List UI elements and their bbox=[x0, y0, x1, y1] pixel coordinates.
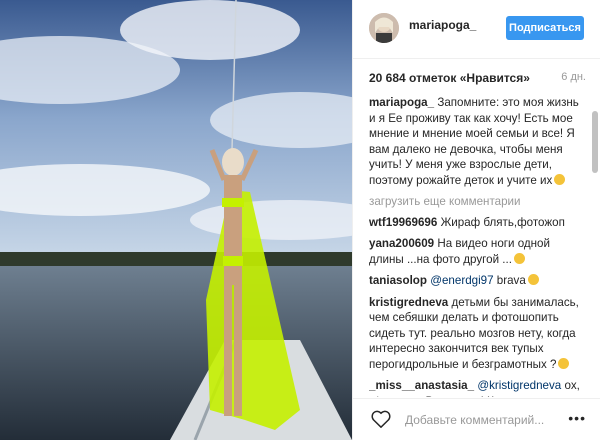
photo-image bbox=[0, 0, 352, 440]
avatar-image bbox=[369, 13, 399, 43]
comment: _miss__anastasia_ @kristigredneva ох, е*… bbox=[369, 378, 587, 397]
comment: yana200609 На видео ноги одной длины ...… bbox=[369, 236, 587, 267]
comments-list: mariapoga_ Запомните: это моя жизнь и я … bbox=[369, 95, 587, 397]
comment-username[interactable]: wtf19969696 bbox=[369, 216, 437, 229]
post-photo[interactable] bbox=[0, 0, 352, 440]
emoji-icon bbox=[554, 173, 566, 185]
emoji-icon bbox=[513, 252, 525, 264]
comment-username[interactable]: yana200609 bbox=[369, 237, 434, 250]
comment: wtf19969696 Жираф блять,фотожоп bbox=[369, 215, 587, 231]
load-more-comments[interactable]: загрузить еще комментарии bbox=[369, 194, 587, 210]
comment: kristigredneva детьми бы занималась, чем… bbox=[369, 295, 587, 373]
emoji-icon bbox=[527, 274, 539, 285]
heart-icon[interactable] bbox=[371, 410, 391, 428]
comment-text: brava bbox=[496, 274, 526, 287]
comment-username[interactable]: _miss__anastasia_ bbox=[369, 379, 474, 392]
comment-mention[interactable]: @enerdgi97 bbox=[430, 274, 493, 287]
comment-footer: ••• bbox=[353, 398, 600, 441]
follow-button[interactable]: Подписаться bbox=[506, 16, 584, 40]
likes-count[interactable]: 20 684 отметок «Нравится» bbox=[369, 71, 530, 85]
more-options-icon[interactable]: ••• bbox=[568, 411, 586, 425]
comment-username[interactable]: kristigredneva bbox=[369, 296, 448, 309]
comment-text: Жираф блять,фотожоп bbox=[440, 215, 565, 229]
post: mariapoga_ Подписаться 20 684 отметок «Н… bbox=[0, 0, 600, 440]
avatar[interactable] bbox=[369, 13, 399, 43]
caption-username[interactable]: mariapoga_ bbox=[369, 96, 434, 109]
caption: mariapoga_ Запомните: это моя жизнь и я … bbox=[369, 95, 587, 188]
comments-scrollbar[interactable] bbox=[592, 111, 598, 173]
comment-mention[interactable]: @kristigredneva bbox=[477, 379, 561, 392]
comment: taniasolop @enerdgi97 brava bbox=[369, 273, 587, 289]
add-comment-input[interactable] bbox=[403, 410, 585, 430]
caption-text: Запомните: это моя жизнь и я Ее проживу … bbox=[369, 96, 579, 187]
header-username[interactable]: mariapoga_ bbox=[409, 18, 476, 32]
emoji-icon bbox=[558, 357, 570, 369]
post-header: mariapoga_ Подписаться bbox=[353, 0, 600, 59]
comment-username[interactable]: taniasolop bbox=[369, 274, 427, 287]
post-age[interactable]: 6 дн. bbox=[561, 71, 586, 83]
post-sidebar: mariapoga_ Подписаться 20 684 отметок «Н… bbox=[352, 0, 600, 440]
